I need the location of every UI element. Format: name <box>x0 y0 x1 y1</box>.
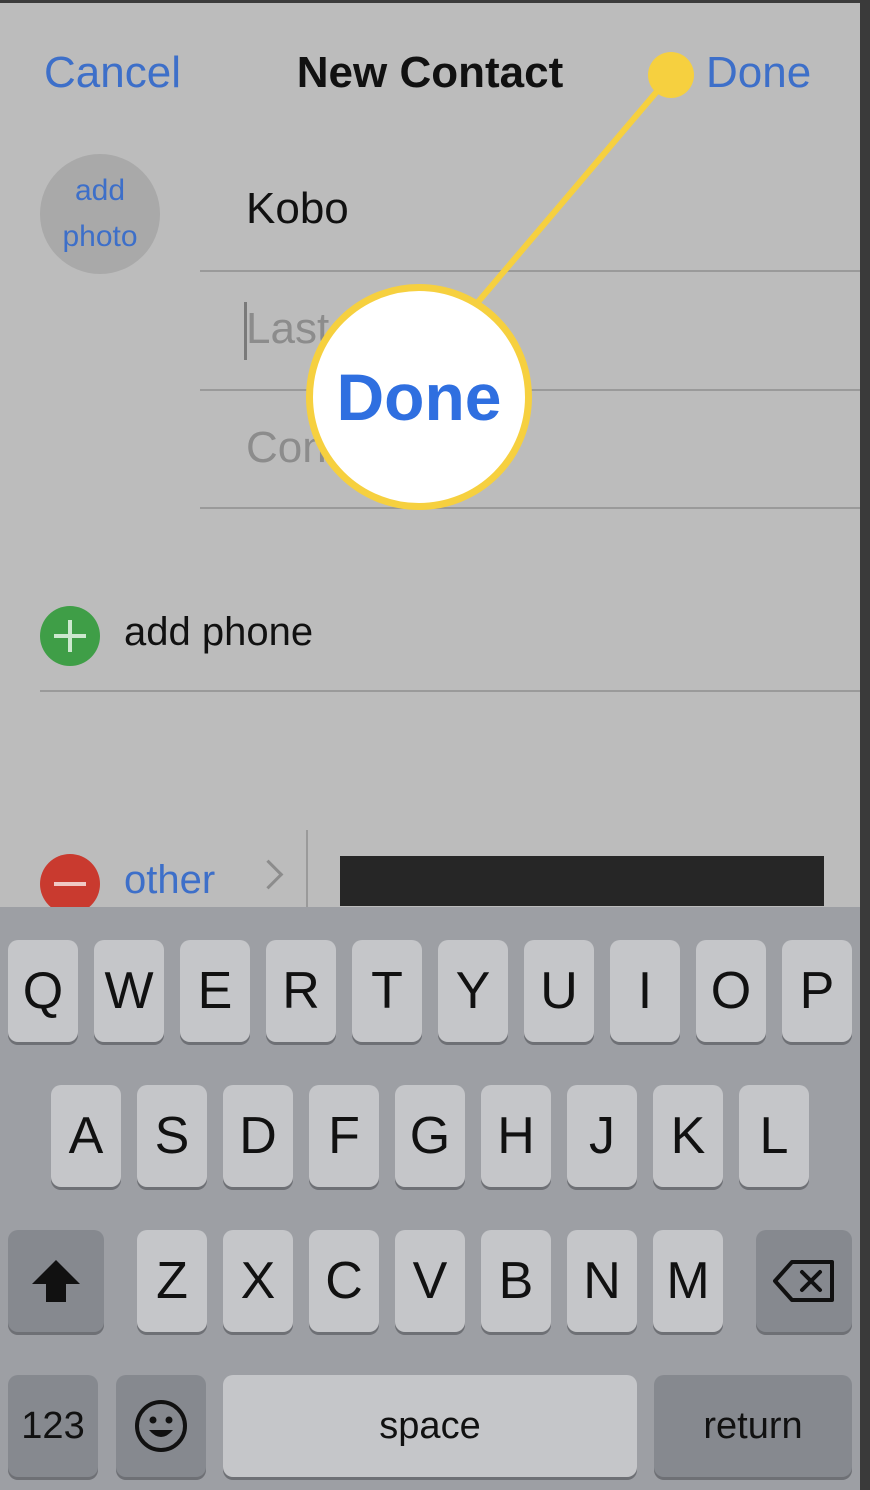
redacted-value <box>340 856 824 906</box>
key-i[interactable]: I <box>610 940 680 1042</box>
shift-key[interactable] <box>8 1230 104 1332</box>
key-d[interactable]: D <box>223 1085 293 1187</box>
chevron-right-icon <box>253 859 284 890</box>
add-photo-label-line1: add <box>74 174 126 207</box>
key-z[interactable]: Z <box>137 1230 207 1332</box>
key-g[interactable]: G <box>395 1085 465 1187</box>
top-border <box>0 0 860 3</box>
key-w[interactable]: W <box>94 940 164 1042</box>
key-n[interactable]: N <box>567 1230 637 1332</box>
key-h[interactable]: H <box>481 1085 551 1187</box>
key-o[interactable]: O <box>696 940 766 1042</box>
delete-key[interactable] <box>756 1230 852 1332</box>
key-a[interactable]: A <box>51 1085 121 1187</box>
screen-edge <box>860 0 870 1490</box>
first-name-field[interactable]: Kobo <box>246 184 349 234</box>
key-x[interactable]: X <box>223 1230 293 1332</box>
key-m[interactable]: M <box>653 1230 723 1332</box>
backspace-icon <box>773 1260 834 1302</box>
key-j[interactable]: J <box>567 1085 637 1187</box>
done-callout-magnifier: Done <box>306 284 532 510</box>
key-v[interactable]: V <box>395 1230 465 1332</box>
new-contact-screen: Cancel New Contact Done add photo Kobo L… <box>0 0 860 1490</box>
divider <box>200 507 860 509</box>
add-phone-label[interactable]: add phone <box>124 610 313 655</box>
divider <box>200 270 860 272</box>
emoji-key[interactable] <box>116 1375 206 1477</box>
key-p[interactable]: P <box>782 940 852 1042</box>
shift-icon <box>32 1260 80 1302</box>
numbers-key[interactable]: 123 <box>8 1375 98 1477</box>
page-title: New Contact <box>296 48 564 97</box>
key-k[interactable]: K <box>653 1085 723 1187</box>
field-type-label[interactable]: other <box>124 858 215 903</box>
add-photo-label-line2: photo <box>62 220 138 253</box>
keyboard: Q W E R T Y U I O P A S D F G H J K L Z … <box>0 907 860 1490</box>
divider <box>40 690 860 692</box>
add-phone-icon[interactable] <box>40 606 100 666</box>
divider <box>306 830 308 910</box>
add-photo-button[interactable]: add photo <box>40 154 160 274</box>
key-e[interactable]: E <box>180 940 250 1042</box>
emoji-icon <box>135 1400 187 1452</box>
key-y[interactable]: Y <box>438 940 508 1042</box>
key-f[interactable]: F <box>309 1085 379 1187</box>
cancel-button[interactable]: Cancel <box>44 48 181 98</box>
key-l[interactable]: L <box>739 1085 809 1187</box>
key-q[interactable]: Q <box>8 940 78 1042</box>
key-b[interactable]: B <box>481 1230 551 1332</box>
done-button[interactable]: Done <box>706 48 811 98</box>
remove-field-icon[interactable] <box>40 854 100 914</box>
key-u[interactable]: U <box>524 940 594 1042</box>
key-t[interactable]: T <box>352 940 422 1042</box>
space-key[interactable]: space <box>223 1375 637 1477</box>
key-c[interactable]: C <box>309 1230 379 1332</box>
return-key[interactable]: return <box>654 1375 852 1477</box>
key-s[interactable]: S <box>137 1085 207 1187</box>
key-r[interactable]: R <box>266 940 336 1042</box>
callout-label: Done <box>336 360 502 434</box>
callout-dot <box>648 52 694 98</box>
